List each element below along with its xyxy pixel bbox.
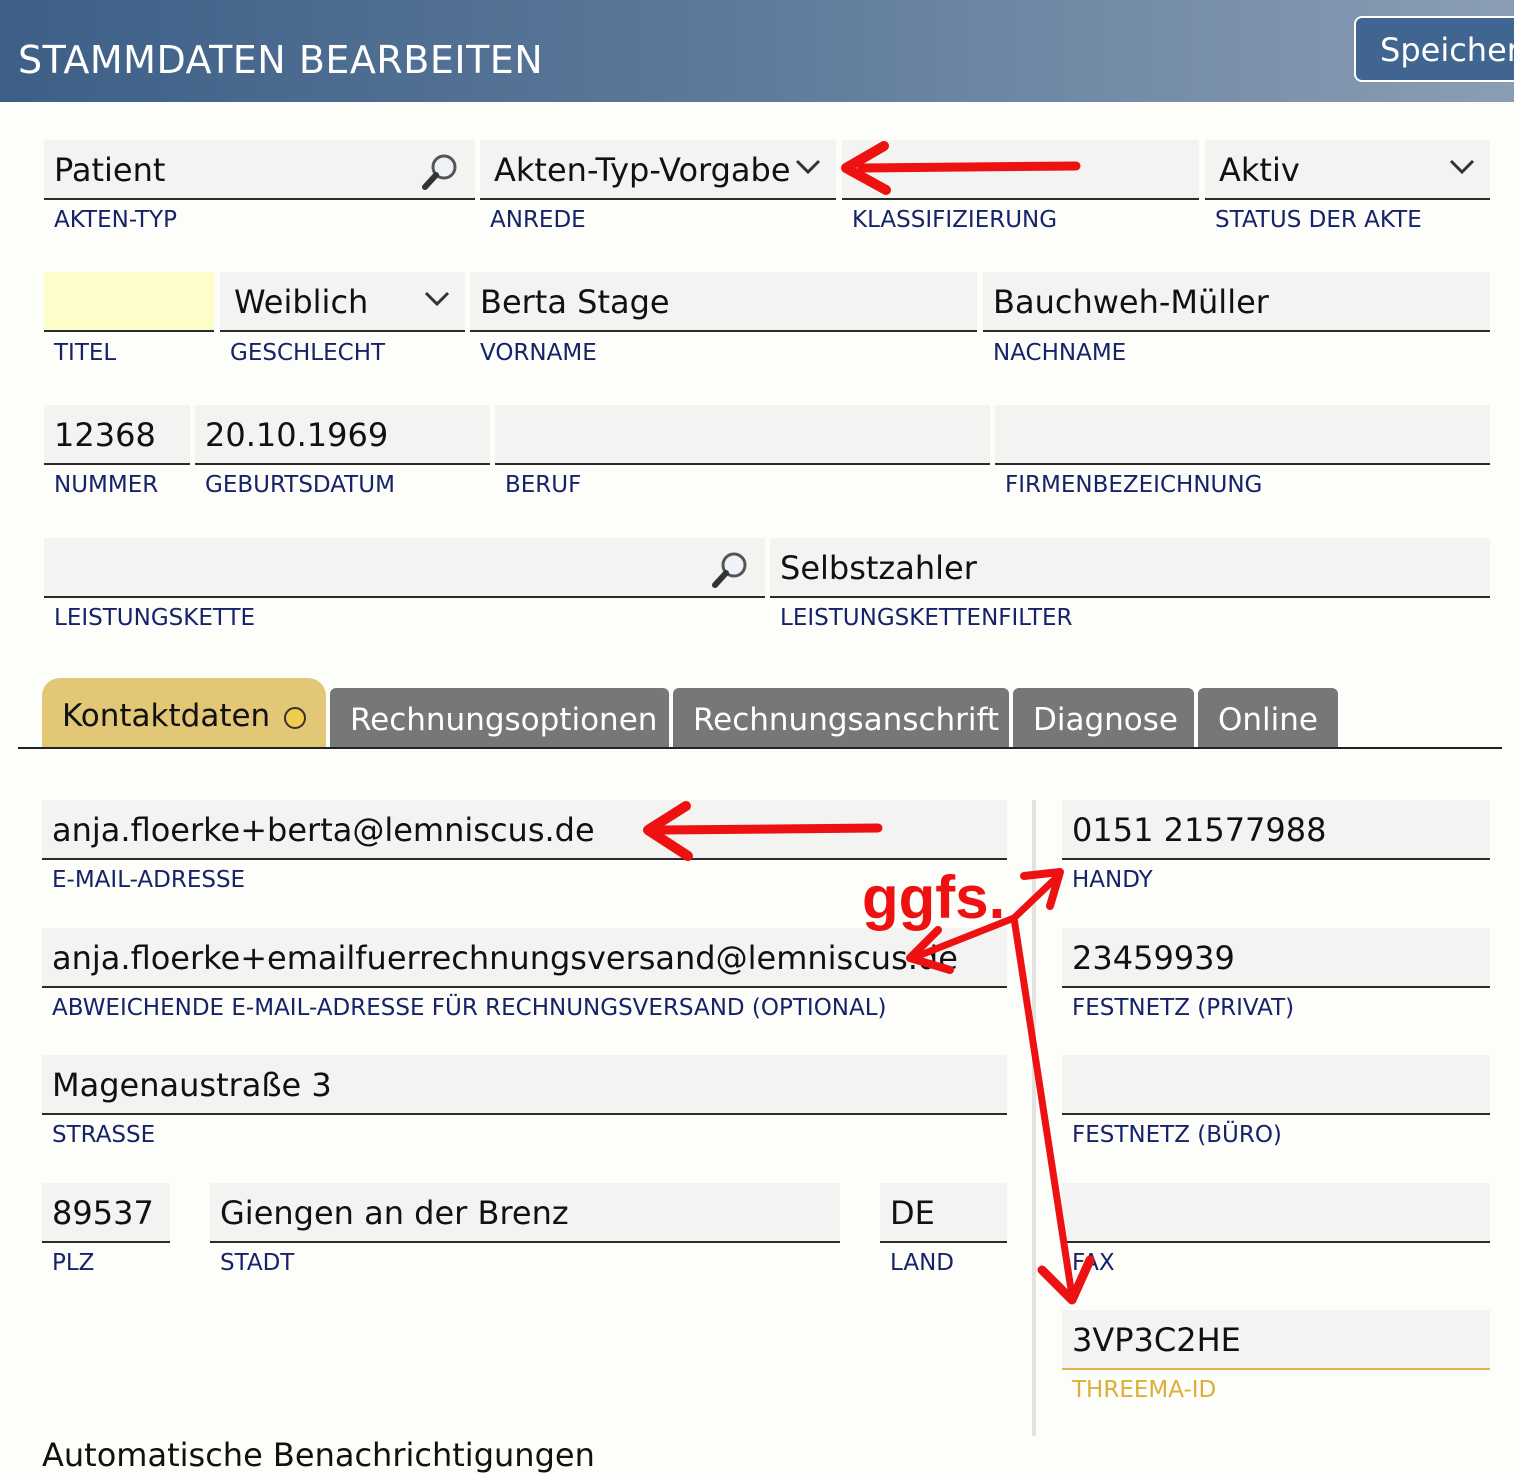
geschlecht-label: GESCHLECHT xyxy=(230,340,386,366)
festnetz-privat-field[interactable]: 23459939 xyxy=(1062,928,1490,988)
vorname-label: VORNAME xyxy=(480,340,597,366)
nummer-field[interactable]: 12368 xyxy=(44,405,190,465)
page-title: STAMMDATEN BEARBEITEN xyxy=(18,38,544,82)
leistungskettenfilter-label: LEISTUNGSKETTENFILTER xyxy=(780,605,1073,631)
titel-label: TITEL xyxy=(54,340,117,366)
tab-kontaktdaten-label: Kontaktdaten xyxy=(62,698,271,734)
leistungskette-field[interactable] xyxy=(44,538,765,598)
akten-typ-label: AKTEN-TYP xyxy=(54,207,177,233)
fax-field[interactable] xyxy=(1062,1183,1490,1243)
tab-rechnungsoptionen[interactable]: Rechnungsoptionen xyxy=(330,688,669,748)
strasse-field[interactable]: Magenaustraße 3 xyxy=(42,1055,1007,1115)
save-button[interactable]: Speichern xyxy=(1354,16,1514,82)
land-field[interactable]: DE xyxy=(880,1183,1007,1243)
nummer-label: NUMMER xyxy=(54,472,159,498)
chevron-down-icon xyxy=(795,159,821,175)
anrede-select[interactable]: Akten-Typ-Vorgabe xyxy=(480,140,836,200)
titel-field[interactable] xyxy=(44,272,214,332)
nachname-field[interactable]: Bauchweh-Müller xyxy=(983,272,1490,332)
annotation-arrowhead xyxy=(1020,868,1064,910)
leistungskettenfilter-field[interactable]: Selbstzahler xyxy=(770,538,1490,598)
header-bar: STAMMDATEN BEARBEITEN Speichern xyxy=(0,0,1514,102)
handy-label: HANDY xyxy=(1072,867,1153,893)
plz-field[interactable]: 89537 xyxy=(42,1183,170,1243)
vorname-field[interactable]: Berta Stage xyxy=(470,272,977,332)
tab-rechnungsanschrift[interactable]: Rechnungsanschrift xyxy=(673,688,1009,748)
klassifizierung-label: KLASSIFIZIERUNG xyxy=(852,207,1058,233)
akten-typ-field[interactable]: Patient xyxy=(44,140,475,200)
section-heading-partial: Automatische Benachrichtigungen xyxy=(42,1436,595,1474)
firmenbezeichnung-label: FIRMENBEZEICHNUNG xyxy=(1005,472,1263,498)
festnetz-buero-field[interactable] xyxy=(1062,1055,1490,1115)
geschlecht-select[interactable]: Weiblich xyxy=(220,272,465,332)
invoice-email-label: ABWEICHENDE E-MAIL-ADRESSE FÜR RECHNUNGS… xyxy=(52,995,887,1021)
threema-field[interactable]: 3VP3C2HE xyxy=(1062,1310,1490,1370)
column-divider xyxy=(1032,800,1036,1436)
tab-divider xyxy=(18,747,1502,749)
email-label: E-MAIL-ADRESSE xyxy=(52,867,246,893)
nachname-label: NACHNAME xyxy=(993,340,1127,366)
geschlecht-value: Weiblich xyxy=(234,283,369,321)
magnifier-icon[interactable] xyxy=(710,550,750,590)
chevron-down-icon xyxy=(1449,159,1475,175)
tab-diagnose[interactable]: Diagnose xyxy=(1013,688,1194,748)
status-label: STATUS DER AKTE xyxy=(1215,207,1422,233)
firmenbezeichnung-field[interactable] xyxy=(995,405,1490,465)
beruf-field[interactable] xyxy=(495,405,990,465)
leistungskette-label: LEISTUNGSKETTE xyxy=(54,605,256,631)
geburtsdatum-field[interactable]: 20.10.1969 xyxy=(195,405,490,465)
tab-kontaktdaten[interactable]: Kontaktdaten xyxy=(42,678,326,748)
status-dot-icon xyxy=(284,706,307,729)
tab-online[interactable]: Online xyxy=(1198,688,1338,748)
festnetz-buero-label: FESTNETZ (BÜRO) xyxy=(1072,1122,1282,1148)
status-value: Aktiv xyxy=(1219,151,1300,189)
festnetz-privat-label: FESTNETZ (PRIVAT) xyxy=(1072,995,1295,1021)
handy-field[interactable]: 0151 21577988 xyxy=(1062,800,1490,860)
land-label: LAND xyxy=(890,1250,954,1276)
klassifizierung-field[interactable] xyxy=(842,140,1199,200)
fax-label: FAX xyxy=(1072,1250,1115,1276)
magnifier-icon[interactable] xyxy=(420,152,460,192)
strasse-label: STRASSE xyxy=(52,1122,156,1148)
beruf-label: BERUF xyxy=(505,472,582,498)
invoice-email-field[interactable]: anja.floerke+emailfuerrechnungsversand@l… xyxy=(42,928,1007,988)
plz-label: PLZ xyxy=(52,1250,95,1276)
stadt-label: STADT xyxy=(220,1250,295,1276)
annotation-text: ggfs. xyxy=(862,864,1005,931)
status-select[interactable]: Aktiv xyxy=(1205,140,1490,200)
threema-label: THREEMA-ID xyxy=(1072,1377,1217,1403)
akten-typ-value: Patient xyxy=(54,151,166,189)
chevron-down-icon xyxy=(424,291,450,307)
email-field[interactable]: anja.floerke+berta@lemniscus.de xyxy=(42,800,1007,860)
anrede-value: Akten-Typ-Vorgabe xyxy=(494,151,791,189)
anrede-label: ANREDE xyxy=(490,207,586,233)
stadt-field[interactable]: Giengen an der Brenz xyxy=(210,1183,840,1243)
geburtsdatum-label: GEBURTSDATUM xyxy=(205,472,395,498)
